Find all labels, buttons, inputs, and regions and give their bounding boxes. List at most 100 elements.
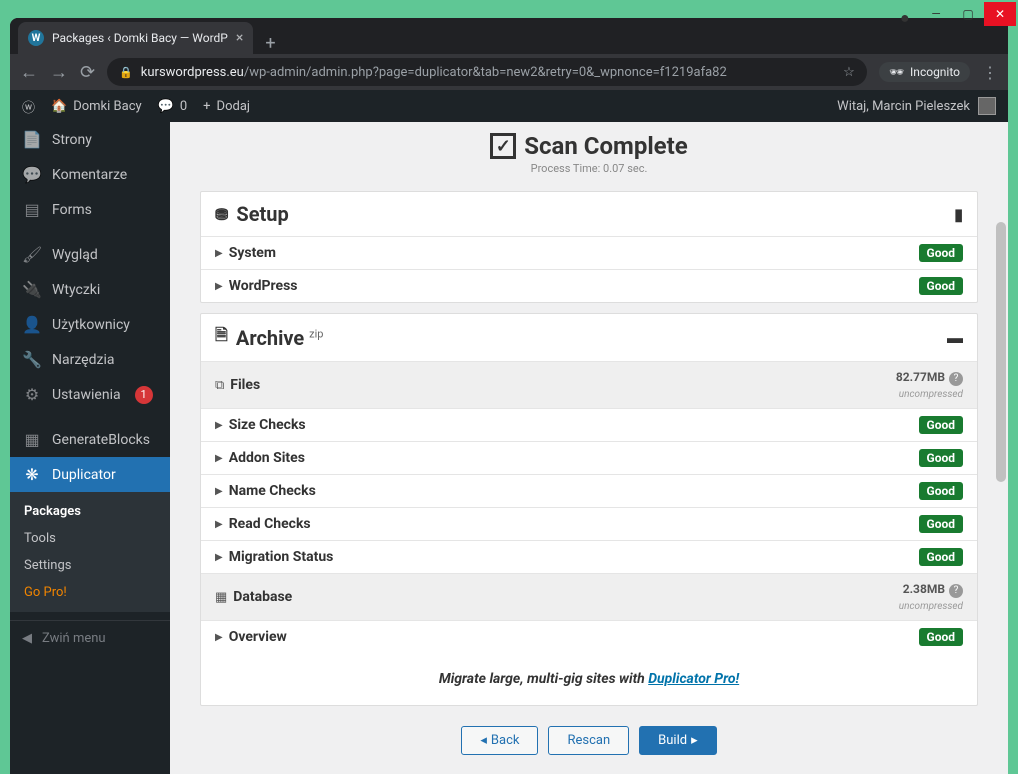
submenu-settings[interactable]: Settings (10, 552, 170, 579)
greeting[interactable]: Witaj, Marcin Pieleszek (837, 99, 970, 114)
scan-row-wordpress[interactable]: ▶ WordPress Good (201, 269, 977, 302)
plugin-icon: 🔌 (22, 280, 42, 299)
scan-row-files[interactable]: ⧉ Files 82.77MB? uncompressed (201, 361, 977, 408)
window-minimize[interactable]: — (920, 2, 952, 26)
chevron-right-icon: ▶ (215, 632, 223, 643)
comments-link[interactable]: 💬 0 (158, 99, 188, 114)
help-icon[interactable]: ? (949, 584, 963, 598)
status-badge: Good (919, 244, 963, 262)
archive-heading: 🗎 Archive zip ▬ (201, 314, 977, 361)
chevron-left-icon: ◂ (480, 733, 487, 748)
table-icon: ▦ (215, 590, 227, 605)
page-icon: 📄 (22, 130, 42, 149)
window-maximize[interactable]: ▢ (952, 2, 984, 26)
sidebar-item-komentarze[interactable]: 💬Komentarze (10, 157, 170, 192)
back-button[interactable]: ← (20, 62, 38, 83)
brush-icon: 🖌 (22, 245, 42, 264)
scrollbar[interactable] (996, 222, 1006, 482)
scan-row-database[interactable]: ▦ Database 2.38MB? uncompressed (201, 573, 977, 620)
status-badge: Good (919, 548, 963, 566)
submenu-gopro[interactable]: Go Pro! (10, 579, 170, 606)
scan-row-read-checks[interactable]: ▶Read ChecksGood (201, 507, 977, 540)
scan-row-name-checks[interactable]: ▶Name ChecksGood (201, 474, 977, 507)
status-badge: Good (919, 482, 963, 500)
process-time: Process Time: 0.07 sec. (170, 162, 1008, 175)
comment-icon: 💬 (22, 165, 42, 184)
tab-title: Packages ‹ Domki Bacy — WordP (52, 31, 228, 45)
scan-row-system[interactable]: ▶ System Good (201, 236, 977, 269)
site-link[interactable]: 🏠 Domki Bacy (51, 99, 142, 114)
status-badge: Good (919, 277, 963, 295)
forward-button[interactable]: → (50, 62, 68, 83)
sidebar-item-uzytkownicy[interactable]: 👤Użytkownicy (10, 307, 170, 342)
status-badge: Good (919, 628, 963, 646)
battery-icon: ▮ (954, 205, 963, 224)
blocks-icon: ▦ (22, 430, 42, 449)
chevron-right-icon: ▶ (215, 281, 223, 292)
status-badge: Good (919, 515, 963, 533)
reload-button[interactable]: ⟳ (80, 62, 95, 83)
sidebar-item-ustawienia[interactable]: ⚙Ustawienia1 (10, 377, 170, 412)
footer-buttons: ◂Back Rescan Build▸ (170, 716, 1008, 755)
incognito-icon: 🕶 (889, 65, 904, 79)
drive-icon: ⛃ (215, 205, 228, 224)
scan-row-overview[interactable]: ▶OverviewGood (201, 620, 977, 653)
close-tab-icon[interactable]: × (236, 30, 243, 46)
file-icon: 🗎 (215, 324, 228, 351)
submenu-tools[interactable]: Tools (10, 525, 170, 552)
sidebar-item-wtyczki[interactable]: 🔌Wtyczki (10, 272, 170, 307)
scan-complete-heading: ✓ Scan Complete (490, 132, 687, 160)
address-bar: ← → ⟳ 🔒 kurswordpress.eu/wp-admin/admin.… (10, 54, 1008, 90)
home-icon: 🏠 (51, 99, 67, 114)
new-tab-button[interactable]: + (253, 33, 287, 54)
sidebar-item-duplicator[interactable]: ❋Duplicator (10, 457, 170, 492)
check-icon: ✓ (490, 133, 516, 159)
wordpress-icon: W (28, 30, 44, 46)
sidebar-item-generateblocks[interactable]: ▦GenerateBlocks (10, 422, 170, 457)
url-input[interactable]: 🔒 kurswordpress.eu/wp-admin/admin.php?pa… (107, 58, 867, 86)
help-icon[interactable]: ? (949, 372, 963, 386)
collapse-menu[interactable]: ◀Zwiń menu (10, 620, 170, 656)
scan-row-migration-status[interactable]: ▶Migration StatusGood (201, 540, 977, 573)
chevron-right-icon: ▶ (215, 248, 223, 259)
bookmark-icon[interactable]: ☆ (843, 65, 855, 80)
user-icon: 👤 (22, 315, 42, 334)
browser-tab[interactable]: W Packages ‹ Domki Bacy — WordP × (18, 22, 253, 54)
copy-icon: ⧉ (215, 378, 224, 393)
sidebar-item-strony[interactable]: 📄Strony (10, 122, 170, 157)
main-content: ✓ Scan Complete Process Time: 0.07 sec. … (170, 122, 1008, 774)
sidebar-item-forms[interactable]: ▤Forms (10, 192, 170, 227)
rescan-button[interactable]: Rescan (548, 726, 629, 755)
chevron-right-icon: ▶ (215, 420, 223, 431)
wp-logo[interactable]: ⓦ (22, 97, 35, 116)
add-new-link[interactable]: + Dodaj (203, 99, 250, 114)
status-badge: Good (919, 449, 963, 467)
admin-sidebar: 📄Strony 💬Komentarze ▤Forms 🖌Wygląd 🔌Wtyc… (10, 122, 170, 774)
incognito-badge: 🕶 Incognito (879, 62, 970, 82)
avatar[interactable] (978, 97, 996, 115)
app-menu-icon[interactable]: ● (900, 8, 910, 28)
chevron-right-icon: ▶ (215, 453, 223, 464)
browser-menu-icon[interactable]: ⋮ (982, 63, 998, 82)
chevron-right-icon: ▶ (215, 552, 223, 563)
window-close[interactable]: ✕ (984, 2, 1016, 26)
duplicator-icon: ❋ (22, 465, 42, 484)
build-button[interactable]: Build▸ (639, 726, 716, 755)
settings-icon: ⚙ (22, 385, 42, 404)
tab-strip: W Packages ‹ Domki Bacy — WordP × + (10, 18, 1008, 54)
setup-heading: ⛃ Setup ▮ (201, 192, 977, 236)
chevron-right-icon: ▸ (691, 733, 698, 748)
scan-row-addon-sites[interactable]: ▶Addon SitesGood (201, 441, 977, 474)
update-badge: 1 (135, 386, 153, 404)
plus-icon: + (203, 99, 210, 114)
archive-panel: 🗎 Archive zip ▬ ⧉ Files 82.77MB? uncompr… (200, 313, 978, 706)
sidebar-item-wyglad[interactable]: 🖌Wygląd (10, 237, 170, 272)
sidebar-item-narzedzia[interactable]: 🔧Narzędzia (10, 342, 170, 377)
collapse-icon: ◀ (22, 631, 32, 646)
form-icon: ▤ (22, 200, 42, 219)
scan-row-size-checks[interactable]: ▶Size ChecksGood (201, 408, 977, 441)
duplicator-pro-link[interactable]: Duplicator Pro! (648, 671, 739, 687)
submenu-packages[interactable]: Packages (10, 498, 170, 525)
setup-panel: ⛃ Setup ▮ ▶ System Good ▶ WordPress Good (200, 191, 978, 303)
back-button[interactable]: ◂Back (461, 726, 538, 755)
